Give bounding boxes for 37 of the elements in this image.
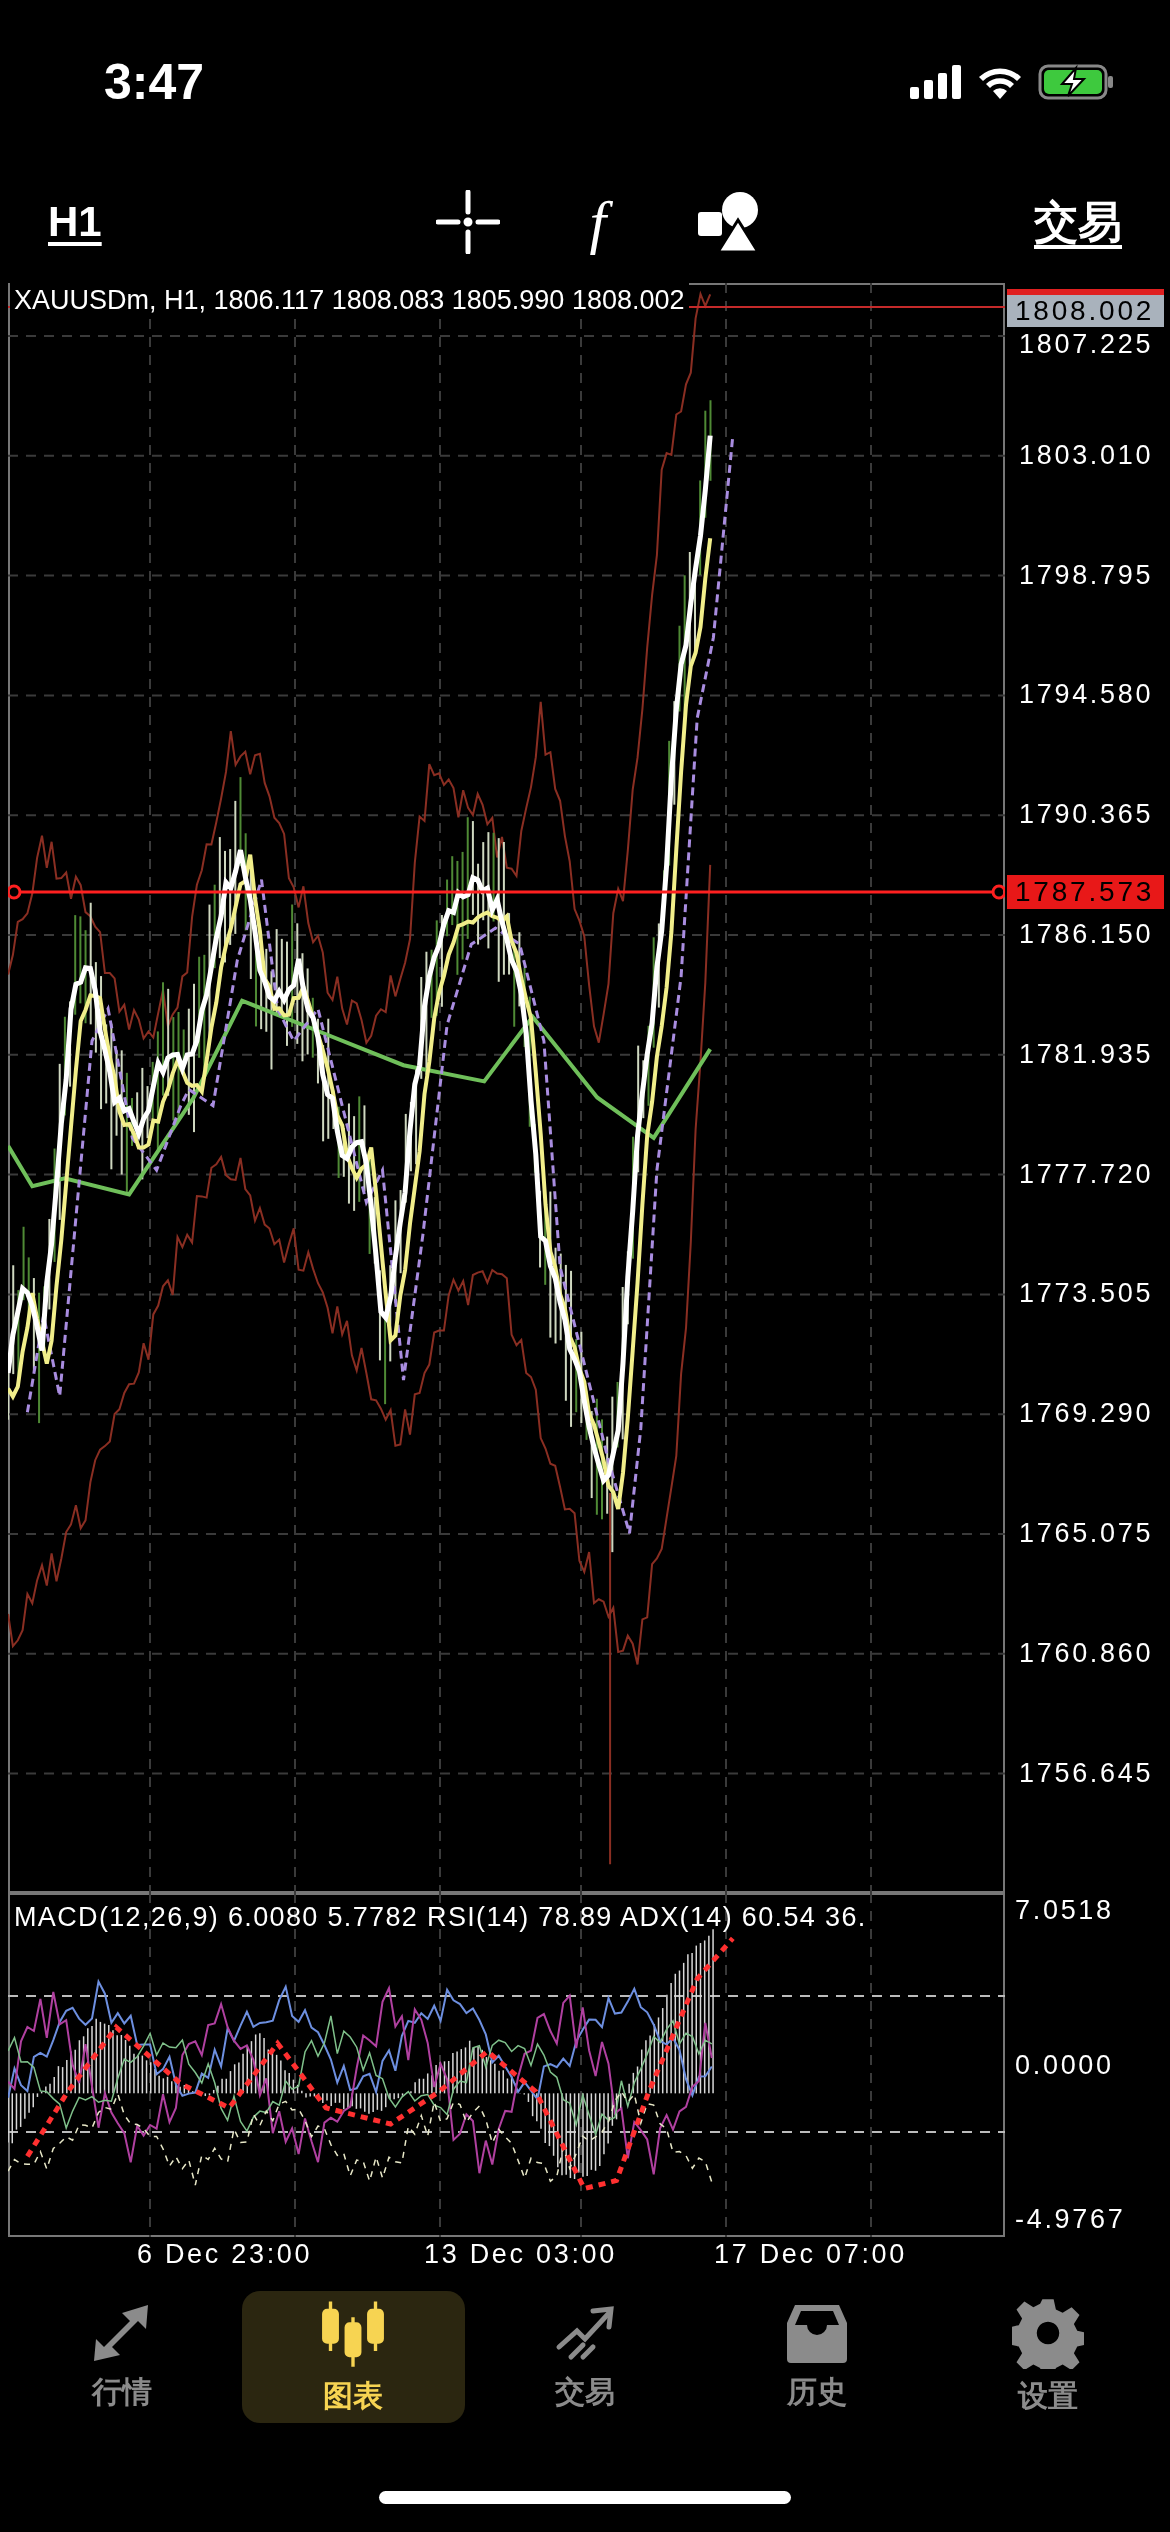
- tab-bar-item[interactable]: 交易: [473, 2291, 697, 2423]
- price-axis-label: 1803.010: [1019, 441, 1154, 469]
- price-axis-label: 1794.580: [1019, 681, 1154, 709]
- price-axis-label: 1790.365: [1019, 801, 1154, 829]
- price-axis-label: 1756.645: [1019, 1759, 1154, 1787]
- price-axis-label: 1786.150: [1019, 921, 1154, 948]
- signal-icon: [910, 65, 962, 99]
- time-axis-label: 13 Dec 03:00: [424, 2241, 618, 2268]
- timeframe-button[interactable]: H1: [48, 190, 102, 253]
- price-axis-label: 1760.860: [1019, 1639, 1154, 1667]
- trade-button[interactable]: 交易: [1034, 188, 1122, 255]
- indicator-legend: MACD(12,26,9) 6.0080 5.7782 RSI(14) 78.89 ADX(14) 60.54 36.: [14, 1897, 867, 1938]
- settings-icon: [1012, 2296, 1085, 2369]
- shapes-icon[interactable]: [696, 189, 761, 254]
- indicators-button[interactable]: f: [577, 185, 619, 258]
- tab-bar-item[interactable]: 行情: [10, 2291, 234, 2423]
- battery-charging-icon: [1038, 64, 1114, 100]
- horizontal-level-line[interactable]: [8, 884, 1005, 900]
- status-time: 3:47: [104, 52, 205, 112]
- bid-price-tag: 1808.002: [1007, 289, 1164, 327]
- price-axis-label: 1765.075: [1019, 1520, 1154, 1547]
- indicator-axis-label: 0.0000: [1015, 2051, 1115, 2079]
- price-axis-label: 1769.290: [1019, 1400, 1154, 1428]
- line-price-tag: 1787.573: [1007, 875, 1164, 909]
- indicator-axis-label: -4.9767: [1015, 2206, 1127, 2233]
- indicator-axis-label: 7.0518: [1015, 1897, 1115, 1924]
- price-axis-label: 1781.935: [1019, 1040, 1154, 1068]
- tab-bar-item[interactable]: 设置: [936, 2291, 1160, 2423]
- price-axis-label: 1807.225: [1019, 331, 1154, 358]
- tab-bar-item[interactable]: 图表: [241, 2291, 466, 2423]
- price-axis-label: 1777.720: [1019, 1160, 1154, 1188]
- crosshair-icon[interactable]: [435, 189, 500, 254]
- time-axis-label: 6 Dec 23:00: [137, 2241, 313, 2268]
- price-axis-label: 1773.505: [1019, 1280, 1154, 1308]
- tab-bar-item[interactable]: 历史: [704, 2291, 929, 2423]
- time-axis-label: 17 Dec 07:00: [714, 2241, 908, 2268]
- price-axis-label: 1798.795: [1019, 561, 1154, 589]
